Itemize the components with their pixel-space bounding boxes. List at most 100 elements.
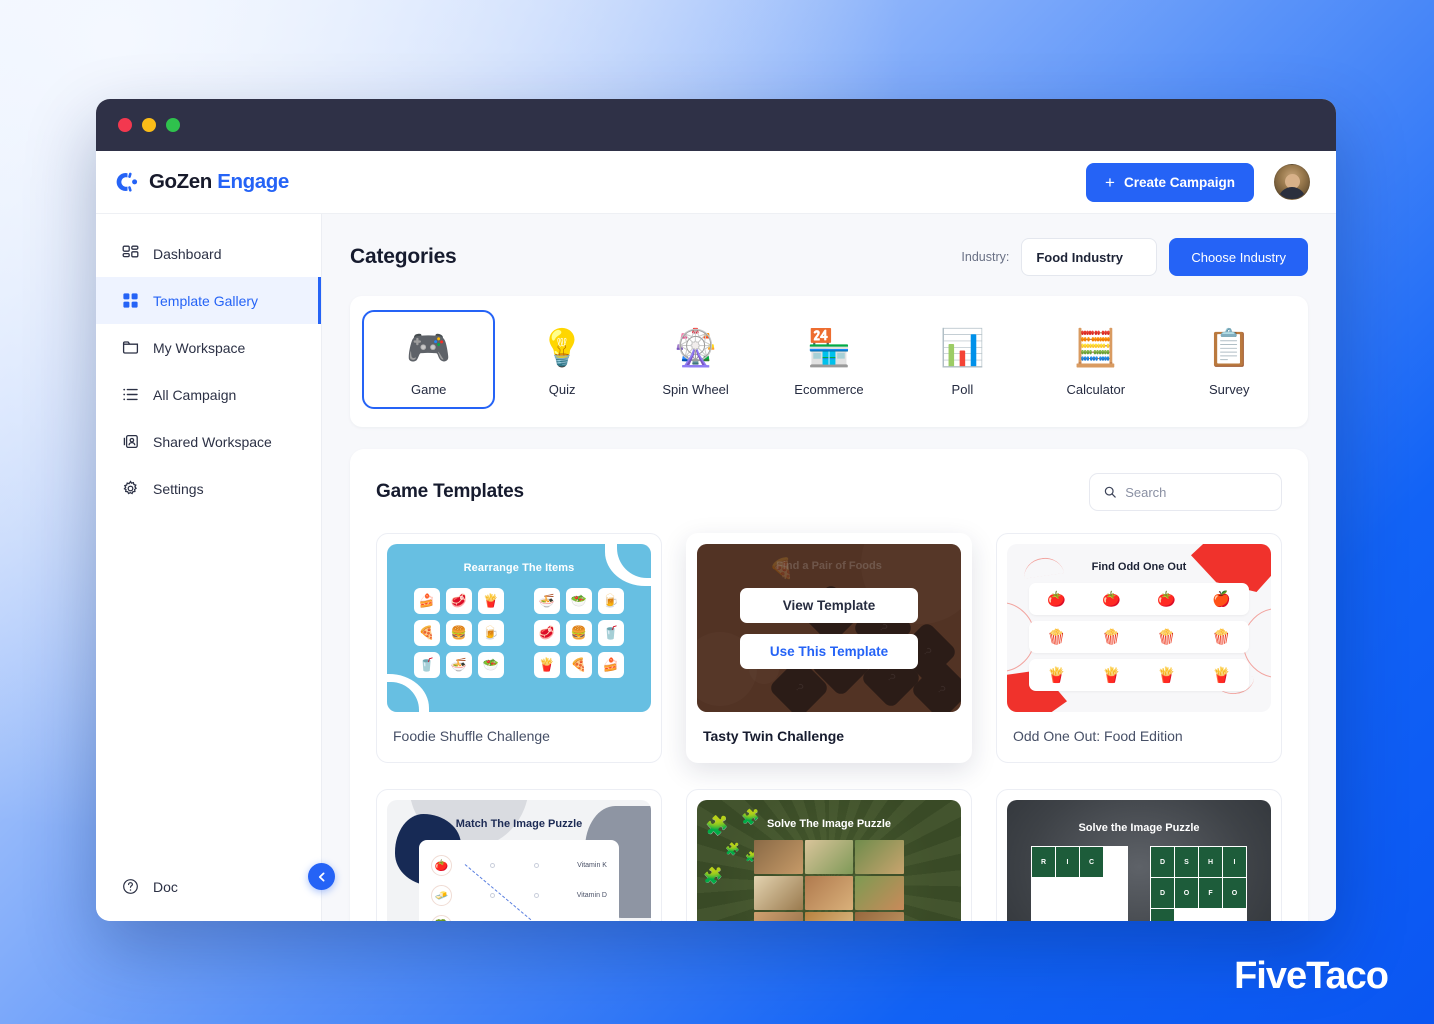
template-thumbnail: 🍕 Find a Pair of Foods ? ? ? ? ? ? ? bbox=[697, 544, 961, 712]
match-emoji: 🥦 bbox=[431, 914, 452, 921]
folder-icon bbox=[122, 339, 139, 356]
minimize-window-button[interactable] bbox=[142, 118, 156, 132]
templates-title: Game Templates bbox=[376, 481, 524, 502]
food-tile: 🍜 bbox=[534, 588, 560, 614]
search-input[interactable] bbox=[1125, 484, 1267, 500]
word-cell bbox=[1104, 909, 1127, 921]
food-tile: 🍔 bbox=[566, 620, 592, 646]
word-cell bbox=[1056, 878, 1079, 908]
food-tile: 🥩 bbox=[446, 588, 472, 614]
odd-item: 🍟 bbox=[1047, 667, 1066, 684]
odd-item: 🍿 bbox=[1157, 629, 1176, 646]
use-template-button[interactable]: Use This Template bbox=[740, 633, 918, 669]
sidebar-item-dashboard[interactable]: Dashboard bbox=[96, 230, 321, 277]
gear-icon bbox=[122, 480, 139, 497]
app-header: GoZen Engage + Create Campaign bbox=[96, 151, 1336, 214]
template-card[interactable]: Solve the Image Puzzle R I C D S H I D O… bbox=[996, 789, 1282, 921]
sidebar-item-my-workspace[interactable]: My Workspace bbox=[96, 324, 321, 371]
match-emoji: 🧈 bbox=[431, 884, 452, 906]
plus-icon: + bbox=[1105, 172, 1115, 192]
odd-item: 🍟 bbox=[1157, 667, 1176, 684]
word-cell bbox=[1175, 909, 1198, 921]
categories-header: Categories Industry: Food Industry Choos… bbox=[350, 238, 1308, 276]
word-area: R I C D S H I D O F O bbox=[1031, 846, 1247, 921]
template-thumbnail: 🧩 🧩 🧩 🧩 🧩 Solve The Image Puzzle bbox=[697, 800, 961, 921]
thumb-title: Match The Image Puzzle bbox=[455, 818, 583, 830]
template-thumbnail: ✓ Match The Image Puzzle 🍅 Vitamin K bbox=[387, 800, 651, 921]
category-label: Spin Wheel bbox=[662, 382, 729, 397]
word-board-right: D S H I D O F O bbox=[1150, 846, 1247, 921]
template-name: Foodie Shuffle Challenge bbox=[393, 728, 550, 744]
category-ecommerce[interactable]: 🏪 Ecommerce bbox=[762, 310, 895, 409]
tile-grid-right: 🍜 🥗 🍺 🥩 🍔 🥤 🍟 🍕 🍰 bbox=[534, 588, 624, 678]
category-spin-wheel[interactable]: 🎡 Spin Wheel bbox=[629, 310, 762, 409]
word-cell bbox=[1104, 847, 1127, 877]
dashboard-icon bbox=[122, 245, 139, 262]
word-cell: I bbox=[1223, 847, 1246, 877]
sidebar-item-all-campaign[interactable]: All Campaign bbox=[96, 371, 321, 418]
word-cell bbox=[1056, 909, 1079, 921]
sidebar-item-settings[interactable]: Settings bbox=[96, 465, 321, 512]
choose-industry-button[interactable]: Choose Industry bbox=[1169, 238, 1308, 276]
template-card[interactable]: ✓ Match The Image Puzzle 🍅 Vitamin K bbox=[376, 789, 662, 921]
category-label: Quiz bbox=[548, 382, 576, 397]
template-card[interactable]: 🧩 🧩 🧩 🧩 🧩 Solve The Image Puzzle bbox=[686, 789, 972, 921]
view-template-button[interactable]: View Template bbox=[740, 587, 918, 623]
brand-logo[interactable]: GoZen Engage bbox=[114, 169, 289, 195]
categories-panel: 🎮 Game 💡 Quiz 🎡 Spin Wheel 🏪 Ecommerce 📊… bbox=[350, 296, 1308, 427]
sidebar-item-shared-workspace[interactable]: Shared Workspace bbox=[96, 418, 321, 465]
match-label: Vitamin D bbox=[576, 891, 607, 899]
jigsaw-cell bbox=[804, 876, 854, 910]
food-tile: 🥤 bbox=[414, 652, 440, 678]
food-tile: 🍔 bbox=[446, 620, 472, 646]
jigsaw-cell bbox=[804, 912, 854, 921]
template-name: Tasty Twin Challenge bbox=[703, 728, 845, 744]
category-poll[interactable]: 📊 Poll bbox=[896, 310, 1029, 409]
match-emoji: 🍅 bbox=[431, 854, 452, 876]
template-card[interactable]: Find Odd One Out 🍅 🍅 🍅 🍎 🍿 🍿 🍿 🍿 🍟 🍟 🍟 🍟… bbox=[996, 533, 1282, 763]
template-card[interactable]: Rearrange The Items 🍰 🥩 🍟 🍕 🍔 🍺 🥤 🍜 🥗 🍜 … bbox=[376, 533, 662, 763]
list-icon bbox=[122, 386, 139, 403]
jigsaw-grid bbox=[754, 840, 904, 921]
word-cell bbox=[1032, 909, 1055, 921]
match-dot-right bbox=[533, 892, 539, 898]
category-survey[interactable]: 📋 Survey bbox=[1163, 310, 1296, 409]
sidebar-doc-link[interactable]: Doc bbox=[96, 878, 321, 921]
word-board-left: R I C bbox=[1031, 846, 1128, 921]
doc-label: Doc bbox=[153, 878, 178, 895]
word-cell: H bbox=[1199, 847, 1222, 877]
industry-select[interactable]: Food Industry bbox=[1021, 238, 1158, 276]
industry-value: Food Industry bbox=[1036, 249, 1123, 265]
category-calculator[interactable]: 🧮 Calculator bbox=[1029, 310, 1162, 409]
odd-item: 🍟 bbox=[1212, 667, 1231, 684]
food-tile: 🍟 bbox=[478, 588, 504, 614]
food-tile: 🥩 bbox=[534, 620, 560, 646]
food-tile: 🥗 bbox=[566, 588, 592, 614]
category-quiz[interactable]: 💡 Quiz bbox=[495, 310, 628, 409]
word-cell: R bbox=[1032, 847, 1055, 877]
thumb-title: Solve the Image Puzzle bbox=[1078, 822, 1200, 834]
close-window-button[interactable] bbox=[118, 118, 132, 132]
category-game[interactable]: 🎮 Game bbox=[362, 310, 496, 409]
odd-item: 🍿 bbox=[1212, 629, 1231, 646]
word-cell: D bbox=[1151, 878, 1174, 908]
search-box[interactable] bbox=[1089, 473, 1282, 511]
food-tile: 🍜 bbox=[446, 652, 472, 678]
word-cell bbox=[1080, 909, 1103, 921]
thumb-title: Rearrange The Items bbox=[463, 562, 575, 574]
odd-item: 🍎 bbox=[1212, 591, 1231, 608]
brand-engage: Engage bbox=[217, 170, 289, 193]
create-campaign-button[interactable]: + Create Campaign bbox=[1086, 162, 1254, 202]
sidebar-item-label: Shared Workspace bbox=[153, 433, 272, 450]
sidebar-collapse-button[interactable] bbox=[308, 863, 335, 890]
templates-grid: Rearrange The Items 🍰 🥩 🍟 🍕 🍔 🍺 🥤 🍜 🥗 🍜 … bbox=[376, 533, 1282, 921]
sidebar-item-label: All Campaign bbox=[153, 386, 237, 403]
template-card[interactable]: 🍕 Find a Pair of Foods ? ? ? ? ? ? ? bbox=[686, 533, 972, 763]
maximize-window-button[interactable] bbox=[166, 118, 180, 132]
sidebar-item-template-gallery[interactable]: Template Gallery bbox=[96, 277, 321, 324]
avatar[interactable] bbox=[1274, 164, 1310, 200]
jigsaw-cell bbox=[855, 840, 904, 874]
match-row: 🥦 Vitamin A bbox=[431, 910, 607, 921]
app-window: GoZen Engage + Create Campaign Dashboard… bbox=[96, 99, 1336, 921]
clipboard-icon: 📋 bbox=[1206, 327, 1252, 368]
